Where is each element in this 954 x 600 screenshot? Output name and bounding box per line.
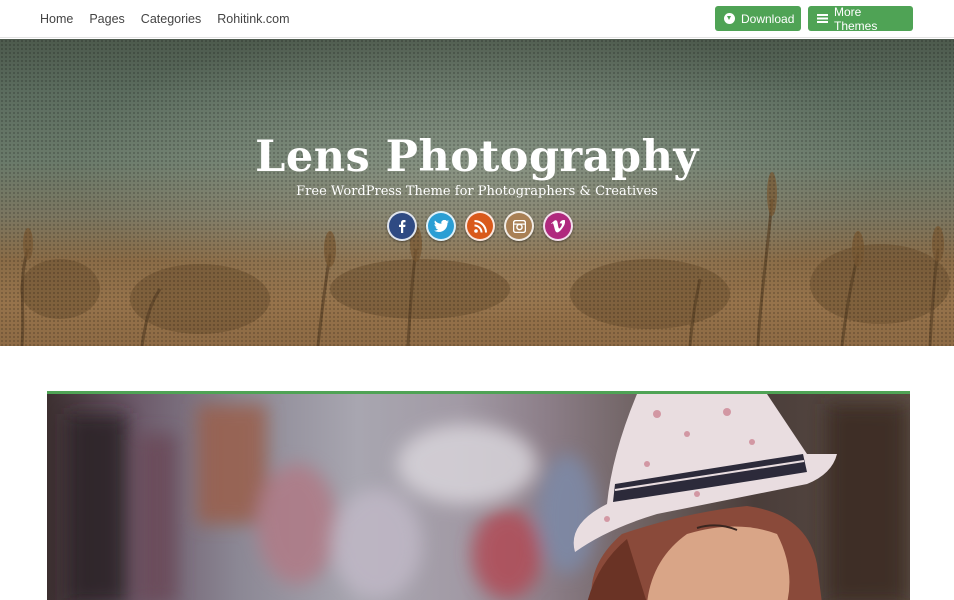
download-label: Download <box>741 11 795 26</box>
more-themes-button[interactable]: More Themes <box>808 4 913 33</box>
nav-categories[interactable]: Categories <box>141 12 201 26</box>
nav-home[interactable]: Home <box>40 12 73 26</box>
nav-rohitink[interactable]: Rohitink.com <box>217 12 289 26</box>
site-title[interactable]: Lens Photography <box>0 132 954 182</box>
primary-nav: Home Pages Categories Rohitink.com <box>40 0 290 38</box>
top-navbar: Home Pages Categories Rohitink.com Downl… <box>0 0 954 38</box>
download-button[interactable]: Download <box>715 6 801 31</box>
portrait-photo <box>67 394 907 600</box>
vimeo-icon[interactable] <box>543 211 573 241</box>
facebook-icon[interactable] <box>387 211 417 241</box>
social-links <box>387 211 573 241</box>
more-themes-label: More Themes <box>834 4 878 33</box>
twitter-icon[interactable] <box>426 211 456 241</box>
site-tagline: Free WordPress Theme for Photographers &… <box>296 184 658 199</box>
download-icon <box>724 13 735 24</box>
list-icon <box>817 14 828 23</box>
hero-header: Lens Photography Free WordPress Theme fo… <box>0 39 954 346</box>
instagram-icon[interactable] <box>504 211 534 241</box>
nav-pages[interactable]: Pages <box>89 12 124 26</box>
rss-icon[interactable] <box>465 211 495 241</box>
featured-post-image[interactable] <box>47 391 910 600</box>
